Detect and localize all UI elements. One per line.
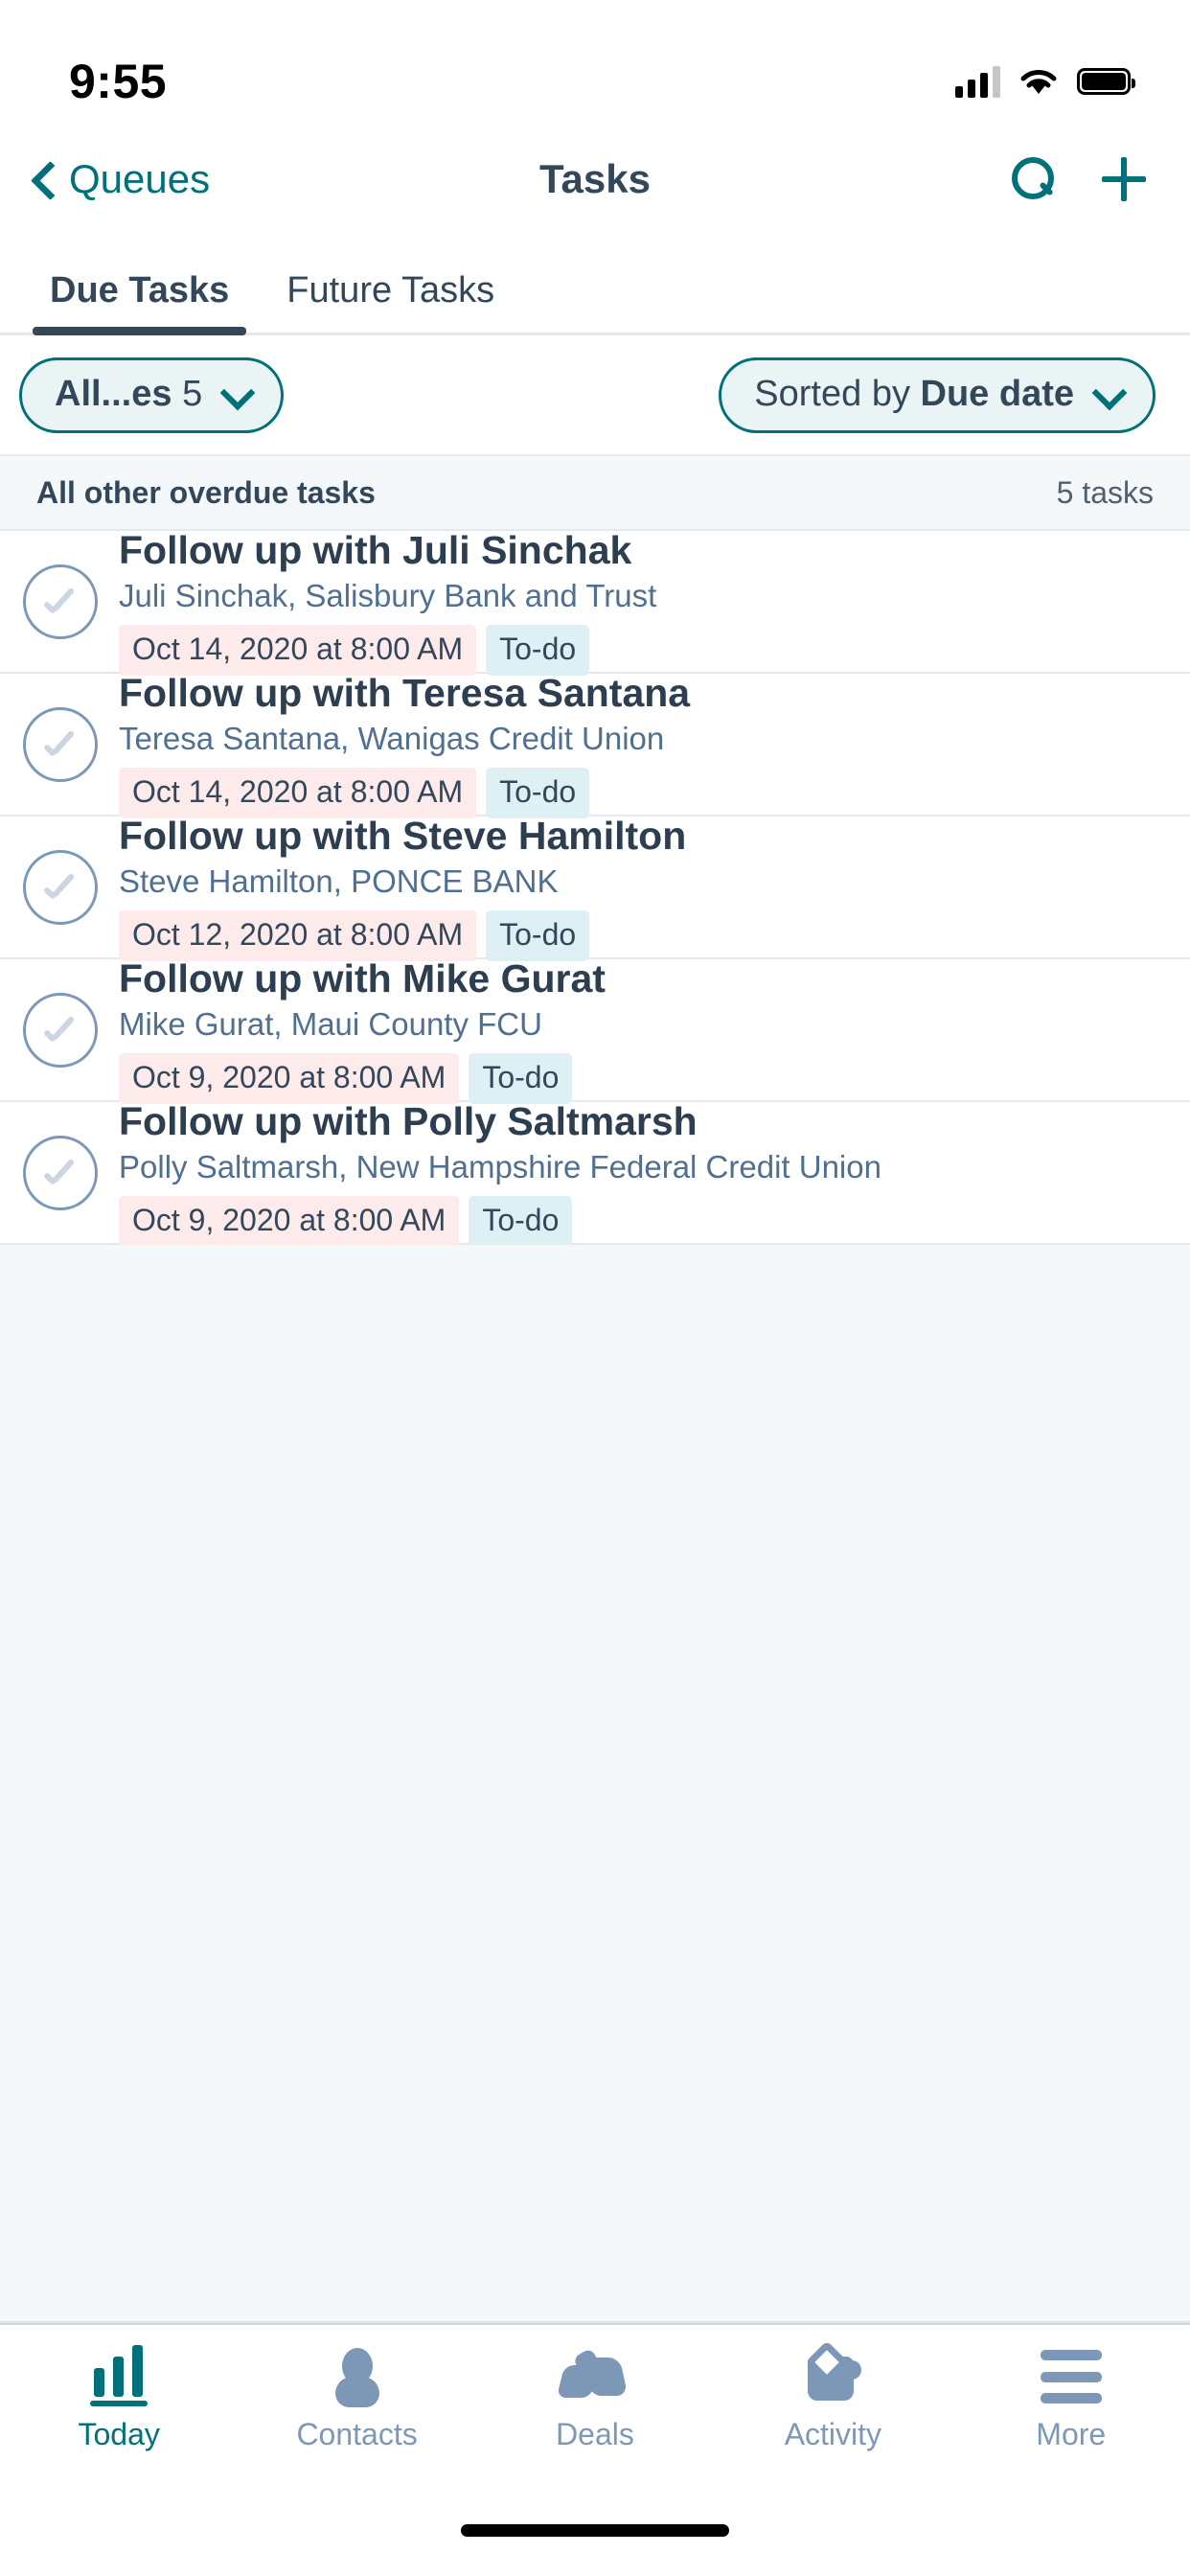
chevron-down-icon: [1095, 380, 1122, 407]
task-type-badge: To-do: [486, 909, 590, 961]
wifi-icon: [1020, 70, 1057, 94]
checkmark-circle-icon[interactable]: [23, 992, 98, 1068]
queue-filter-name: All...es: [55, 373, 172, 414]
status-bar-icons: [955, 65, 1135, 98]
table-row[interactable]: Follow up with Steve Hamilton Steve Hami…: [0, 813, 1190, 961]
hamburger-menu-icon: [1040, 2342, 1102, 2411]
task-badges: Oct 12, 2020 at 8:00 AM To-do: [119, 909, 1161, 961]
task-title: Follow up with Polly Saltmarsh: [119, 1099, 698, 1144]
empty-list-area: [0, 1245, 1190, 2323]
task-subtitle: Mike Gurat, Maui County FCU: [119, 1005, 542, 1042]
section-header: All other overdue tasks 5 tasks: [0, 454, 1190, 531]
task-badges: Oct 9, 2020 at 8:00 AM To-do: [119, 1052, 1161, 1104]
task-content: Follow up with Mike Gurat Mike Gurat, Ma…: [119, 955, 1161, 1104]
task-badges: Oct 14, 2020 at 8:00 AM To-do: [119, 767, 1161, 818]
task-content: Follow up with Juli Sinchak Juli Sinchak…: [119, 527, 1161, 676]
tab-future-tasks[interactable]: Future Tasks: [286, 270, 525, 333]
task-title: Follow up with Teresa Santana: [119, 671, 691, 716]
checkmark-circle-icon[interactable]: [23, 849, 98, 925]
person-icon: [330, 2342, 385, 2411]
task-subtitle: Polly Saltmarsh, New Hampshire Federal C…: [119, 1148, 881, 1184]
section-title: All other overdue tasks: [36, 474, 376, 510]
cellular-signal-icon: [955, 65, 1000, 98]
app-screen: 9:55 Queues Tasks Due Tasks Future Tasks: [0, 0, 1190, 2576]
status-badge: Oct 12, 2020 at 8:00 AM: [119, 909, 477, 961]
task-content: Follow up with Steve Hamilton Steve Hami…: [119, 813, 1161, 961]
table-row[interactable]: Follow up with Teresa Santana Teresa San…: [0, 671, 1190, 818]
task-badges: Oct 14, 2020 at 8:00 AM To-do: [119, 624, 1161, 676]
task-title: Follow up with Juli Sinchak: [119, 528, 632, 573]
sort-chip-label: Sorted by Due date: [754, 374, 1074, 415]
tab-deals-label: Deals: [556, 2417, 634, 2451]
queue-filter-count: 5: [182, 373, 203, 414]
status-badge: Oct 9, 2020 at 8:00 AM: [119, 1052, 460, 1104]
envelope-icon: [802, 2340, 863, 2411]
tab-deals[interactable]: Deals: [476, 2342, 714, 2452]
task-content: Follow up with Polly Saltmarsh Polly Sal…: [119, 1098, 1161, 1247]
nav-actions: [1010, 157, 1146, 201]
table-row[interactable]: Follow up with Juli Sinchak Juli Sinchak…: [0, 528, 1190, 676]
navigation-bar: Queues Tasks: [0, 126, 1190, 232]
table-row[interactable]: Follow up with Mike Gurat Mike Gurat, Ma…: [0, 956, 1190, 1104]
battery-full-icon: [1077, 68, 1135, 95]
queue-filter-label: All...es 5: [55, 374, 202, 415]
section-task-count: 5 tasks: [1056, 474, 1154, 510]
task-type-badge: To-do: [486, 624, 590, 676]
task-type-badge: To-do: [469, 1052, 573, 1104]
home-indicator[interactable]: [461, 2523, 729, 2537]
tab-activity[interactable]: Activity: [714, 2340, 951, 2452]
status-bar-time: 9:55: [69, 55, 168, 108]
tab-due-tasks[interactable]: Due Tasks: [32, 270, 260, 335]
bar-chart-icon: [88, 2342, 149, 2411]
task-badges: Oct 9, 2020 at 8:00 AM To-do: [119, 1195, 1161, 1247]
tab-today-label: Today: [78, 2417, 160, 2451]
table-row[interactable]: Follow up with Polly Saltmarsh Polly Sal…: [0, 1099, 1190, 1247]
checkmark-circle-icon[interactable]: [23, 564, 98, 639]
tab-today[interactable]: Today: [0, 2342, 238, 2452]
queue-filter-chip[interactable]: All...es 5: [19, 356, 285, 433]
tab-contacts[interactable]: Contacts: [238, 2342, 475, 2452]
task-subtitle: Steve Hamilton, PONCE BANK: [119, 862, 559, 899]
search-icon[interactable]: [1010, 157, 1054, 201]
bottom-tab-bar: Today Contacts Deals Activity More: [0, 2323, 1190, 2484]
status-badge: Oct 14, 2020 at 8:00 AM: [119, 624, 477, 676]
back-button-label: Queues: [69, 156, 211, 201]
tab-contacts-label: Contacts: [296, 2417, 418, 2451]
task-list: Follow up with Juli Sinchak Juli Sinchak…: [0, 528, 1190, 1247]
task-content: Follow up with Teresa Santana Teresa San…: [119, 670, 1161, 818]
sort-chip-prefix: Sorted by: [754, 373, 921, 414]
handshake-icon: [556, 2342, 629, 2411]
task-type-badge: To-do: [486, 767, 590, 818]
tab-more-label: More: [1036, 2417, 1107, 2451]
plus-icon[interactable]: [1102, 157, 1146, 201]
back-button[interactable]: Queues: [27, 156, 210, 202]
task-subtitle: Teresa Santana, Wanigas Credit Union: [119, 720, 665, 756]
task-type-badge: To-do: [469, 1195, 573, 1247]
task-title: Follow up with Steve Hamilton: [119, 814, 687, 859]
tab-more[interactable]: More: [952, 2342, 1190, 2452]
status-badge: Oct 14, 2020 at 8:00 AM: [119, 767, 477, 818]
home-indicator-area: [0, 2484, 1190, 2576]
sort-chip[interactable]: Sorted by Due date: [719, 356, 1156, 433]
chevron-left-icon: [27, 163, 59, 196]
task-title: Follow up with Mike Gurat: [119, 956, 606, 1001]
task-tabs: Due Tasks Future Tasks: [0, 232, 1190, 335]
sort-chip-value: Due date: [920, 373, 1074, 414]
task-subtitle: Juli Sinchak, Salisbury Bank and Trust: [119, 577, 657, 613]
chevron-down-icon: [223, 380, 250, 407]
tab-activity-label: Activity: [784, 2417, 882, 2451]
status-bar: 9:55: [0, 0, 1190, 126]
checkmark-circle-icon[interactable]: [23, 706, 98, 782]
checkmark-circle-icon[interactable]: [23, 1135, 98, 1210]
status-badge: Oct 9, 2020 at 8:00 AM: [119, 1195, 460, 1247]
filter-bar: All...es 5 Sorted by Due date: [0, 335, 1190, 454]
